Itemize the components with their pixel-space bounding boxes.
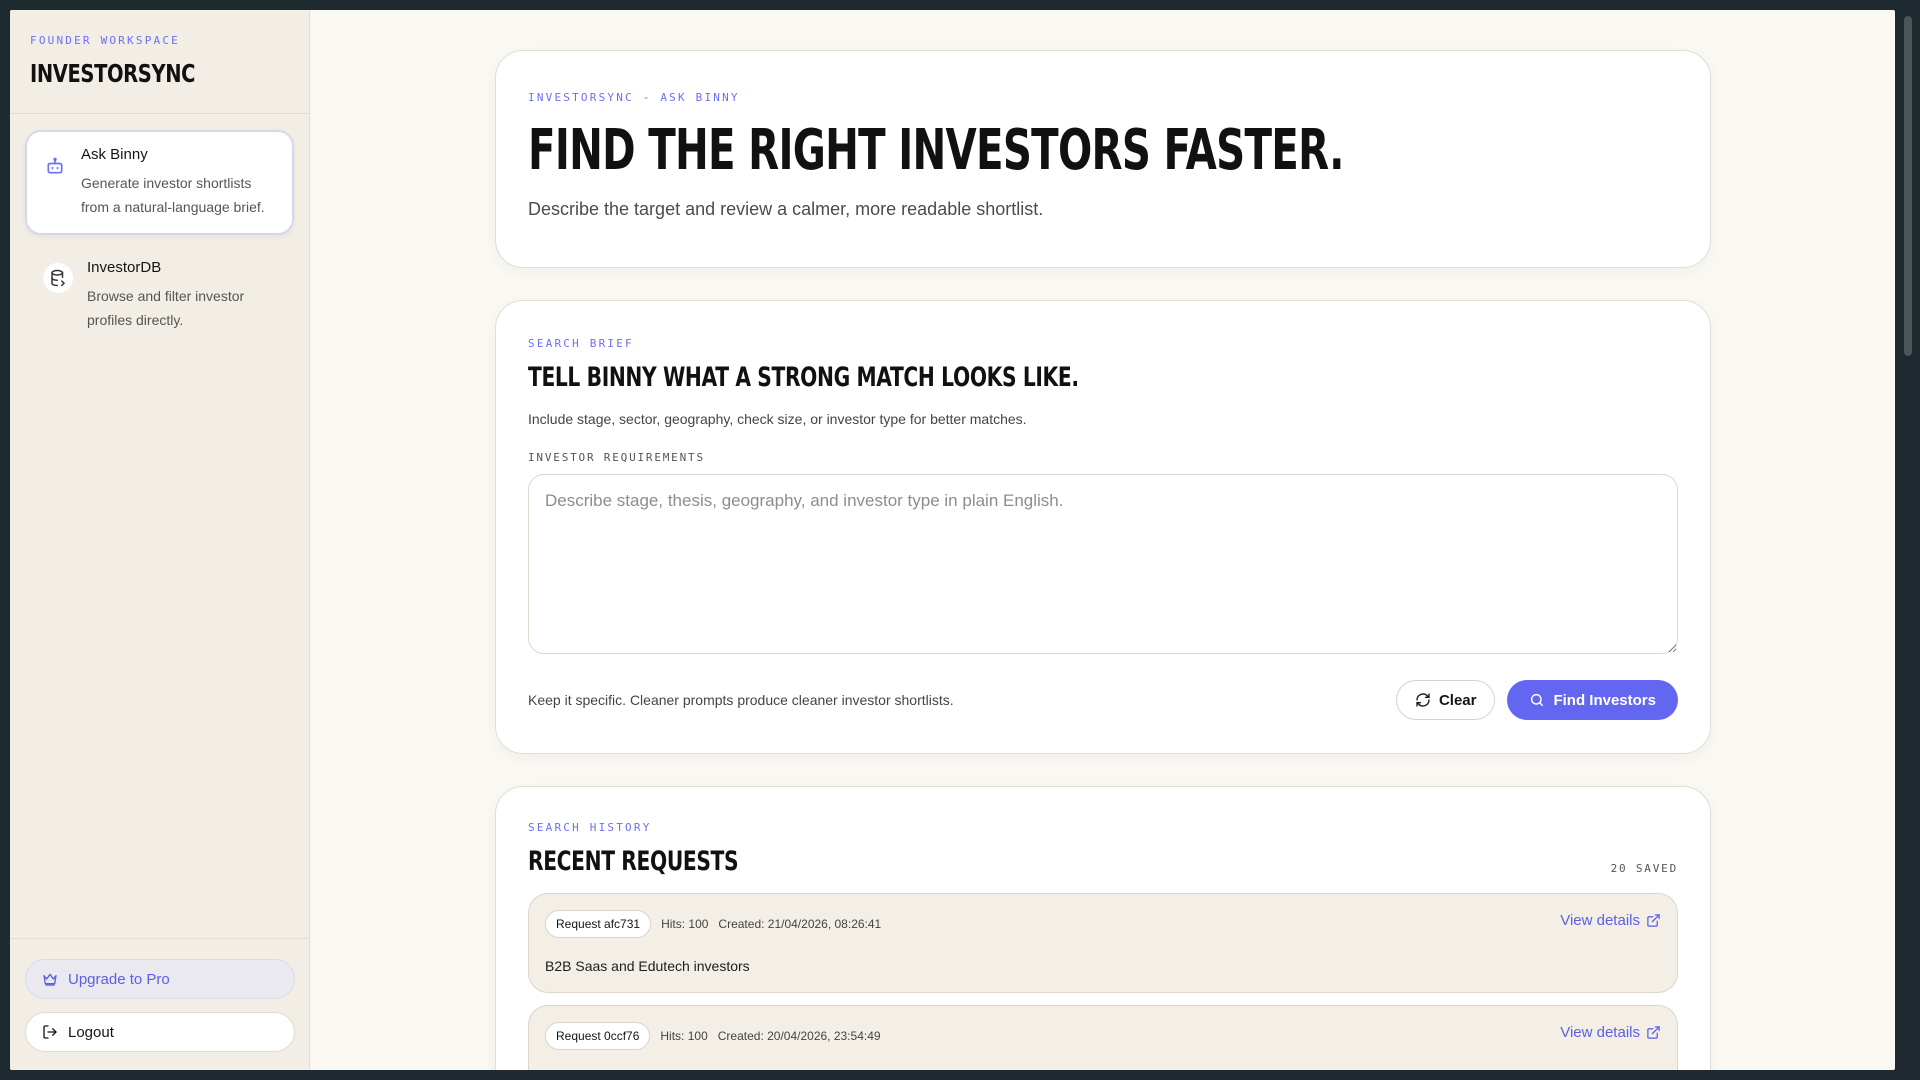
search-icon: [1529, 692, 1545, 708]
view-details-link[interactable]: View details: [1560, 912, 1661, 929]
external-link-icon: [1646, 1025, 1661, 1040]
view-details-link[interactable]: View details: [1560, 1024, 1661, 1041]
crown-icon: [42, 971, 58, 987]
scrollbar-thumb[interactable]: [1904, 16, 1912, 356]
history-title: RECENT REQUESTS: [528, 846, 739, 877]
page-title: FIND THE RIGHT INVESTORS FASTER.: [528, 118, 1344, 183]
sidebar-item-label: InvestorDB: [87, 259, 162, 276]
logout-label: Logout: [68, 1023, 114, 1041]
list-item: Request 0ccf76 Hits: 100 Created: 20/04/…: [528, 1005, 1678, 1070]
brief-title: TELL BINNY WHAT A STRONG MATCH LOOKS LIK…: [528, 362, 1079, 393]
request-id-badge: Request afc731: [545, 910, 652, 938]
requirements-label: INVESTOR REQUIREMENTS: [528, 451, 705, 464]
database-icon: [43, 263, 73, 293]
brief-footer: Keep it specific. Cleaner prompts produc…: [528, 680, 1678, 720]
clear-button[interactable]: Clear: [1395, 680, 1496, 720]
sidebar-item-label: Ask Binny: [81, 146, 148, 163]
request-query: B2B Saas and Edutech investors: [545, 958, 750, 974]
brief-subtitle: Include stage, sector, geography, check …: [528, 411, 1027, 427]
refresh-icon: [1415, 692, 1431, 708]
history-eyebrow: SEARCH HISTORY: [528, 821, 652, 834]
workspace-eyebrow: FOUNDER WORKSPACE: [30, 34, 180, 47]
app-window: FOUNDER WORKSPACE INVESTORSYNC Ask Binny…: [10, 10, 1895, 1070]
external-link-icon: [1646, 913, 1661, 928]
request-hits: Hits: 100: [661, 917, 709, 931]
brief-hint: Keep it specific. Cleaner prompts produc…: [528, 692, 954, 708]
view-details-label: View details: [1560, 1024, 1640, 1041]
sidebar: FOUNDER WORKSPACE INVESTORSYNC Ask Binny…: [10, 10, 310, 1070]
hero-eyebrow: INVESTORSYNC - ASK BINNY: [528, 91, 740, 104]
sidebar-nav: Ask Binny Generate investor shortlists f…: [10, 114, 309, 372]
brief-actions: Clear Find Investors: [1395, 680, 1678, 720]
requirements-input[interactable]: [528, 474, 1678, 654]
hero-card: INVESTORSYNC - ASK BINNY FIND THE RIGHT …: [495, 50, 1711, 268]
logout-icon: [42, 1024, 58, 1040]
upgrade-label: Upgrade to Pro: [68, 970, 170, 988]
brief-eyebrow: SEARCH BRIEF: [528, 337, 634, 350]
scrollbar[interactable]: [1895, 0, 1920, 1080]
brand-title[interactable]: INVESTORSYNC: [30, 59, 232, 88]
find-investors-button[interactable]: Find Investors: [1507, 680, 1678, 720]
logout-button[interactable]: Logout: [25, 1012, 295, 1052]
sidebar-footer: Upgrade to Pro Logout: [10, 938, 310, 1070]
list-item: Request afc731 Hits: 100 Created: 21/04/…: [528, 893, 1678, 993]
search-history-card: SEARCH HISTORY RECENT REQUESTS 20 SAVED …: [495, 786, 1711, 1070]
upgrade-button[interactable]: Upgrade to Pro: [25, 959, 295, 999]
request-hits: Hits: 100: [660, 1029, 708, 1043]
search-brief-card: SEARCH BRIEF TELL BINNY WHAT A STRONG MA…: [495, 300, 1711, 754]
request-meta: Request afc731 Hits: 100 Created: 21/04/…: [545, 910, 1661, 938]
request-id-badge: Request 0ccf76: [545, 1022, 651, 1050]
saved-count: 20 SAVED: [1610, 862, 1678, 875]
clear-label: Clear: [1438, 691, 1477, 709]
main-content: INVESTORSYNC - ASK BINNY FIND THE RIGHT …: [310, 10, 1895, 1070]
request-meta: Request 0ccf76 Hits: 100 Created: 20/04/…: [545, 1022, 1661, 1050]
sidebar-item-investordb[interactable]: InvestorDB Browse and filter investor pr…: [25, 245, 294, 346]
sidebar-item-ask-binny[interactable]: Ask Binny Generate investor shortlists f…: [25, 130, 294, 235]
history-header: RECENT REQUESTS 20 SAVED: [528, 834, 1678, 877]
page-subtitle: Describe the target and review a calmer,…: [528, 199, 1044, 219]
sidebar-item-desc: Generate investor shortlists from a natu…: [81, 175, 265, 215]
request-created: Created: 21/04/2026, 08:26:41: [718, 917, 882, 931]
view-details-label: View details: [1560, 912, 1640, 929]
find-investors-label: Find Investors: [1553, 691, 1656, 709]
sidebar-item-desc: Browse and filter investor profiles dire…: [87, 288, 245, 328]
bot-icon: [45, 156, 67, 178]
brand: FOUNDER WORKSPACE INVESTORSYNC: [10, 10, 309, 114]
request-created: Created: 20/04/2026, 23:54:49: [717, 1029, 881, 1043]
